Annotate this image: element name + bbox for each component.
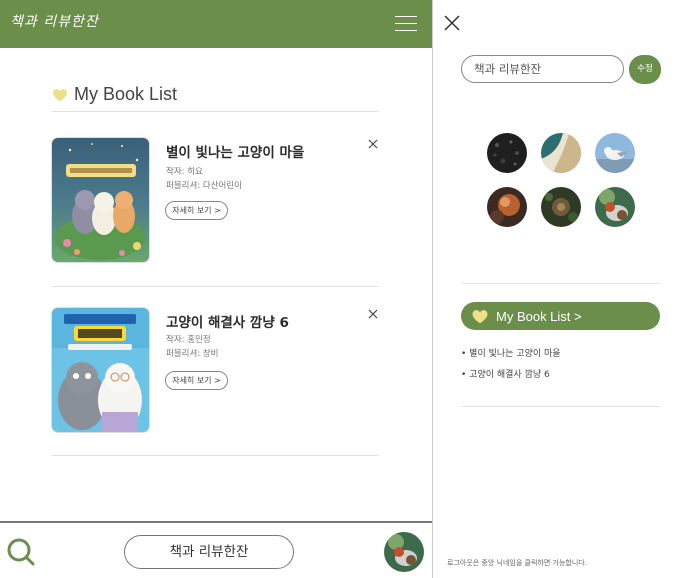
book-author: 작자: 홍민정: [166, 335, 211, 345]
book-publisher: 퍼블리셔: 창비: [166, 349, 219, 359]
detail-button[interactable]: 자세히 보기 >: [165, 201, 228, 220]
divider: [52, 286, 379, 287]
book-author: 작자: 히요: [166, 167, 203, 177]
nickname-input[interactable]: [461, 55, 624, 83]
book-item: 별이 빛나는 고양이 마을 작자: 히요 퍼블리셔: 다산어린이 자세히 보기 …: [52, 138, 379, 290]
heart-icon: [472, 309, 488, 323]
book-title[interactable]: 별이 빛나는 고양이 마을: [166, 141, 304, 161]
search-icon[interactable]: [6, 537, 36, 567]
hamburger-icon[interactable]: [395, 15, 417, 33]
book-publisher: 퍼블리셔: 다산어린이: [166, 181, 242, 191]
book-cover-image[interactable]: [52, 308, 149, 432]
list-item-label: 별이 빛나는 고양이 마을: [469, 349, 561, 359]
avatar-option[interactable]: [595, 187, 635, 227]
avatar-option[interactable]: [541, 187, 581, 227]
main-panel: 책과 리뷰한잔 My Book List 별이 빛나는 고양이 마을 작자: 히…: [0, 0, 432, 578]
nickname-button[interactable]: 책과 리뷰한잔: [124, 535, 294, 569]
top-bar: 책과 리뷰한잔: [0, 0, 432, 48]
avatar-grid: [487, 133, 637, 229]
divider: [52, 111, 379, 112]
side-menu: 수정: [432, 0, 687, 578]
my-book-list-button[interactable]: My Book List >: [461, 302, 660, 330]
list-item-label: 고양이 해결사 깜냥 6: [469, 370, 550, 380]
divider: [461, 406, 660, 407]
detail-button[interactable]: 자세히 보기 >: [165, 371, 228, 390]
avatar[interactable]: [384, 532, 424, 572]
edit-button[interactable]: 수정: [629, 55, 661, 84]
avatar-option[interactable]: [487, 187, 527, 227]
page-title: My Book List: [74, 84, 178, 104]
book-cover-image[interactable]: [52, 138, 149, 262]
book-list-header: My Book List: [52, 84, 177, 105]
heart-icon: [53, 88, 67, 101]
close-icon[interactable]: [368, 308, 378, 323]
close-icon[interactable]: [443, 14, 461, 32]
logout-hint: 로그아웃은 중앙 닉네임을 클릭하면 가능합니다.: [447, 559, 587, 567]
book-item: 고양이 해결사 깜냥 6 작자: 홍민정 퍼블리셔: 창비 자세히 보기 >: [52, 308, 379, 460]
avatar-option[interactable]: [541, 133, 581, 173]
my-book-list-label: My Book List >: [496, 308, 582, 324]
list-item[interactable]: • 고양이 해결사 깜냥 6: [461, 367, 550, 380]
app-logo[interactable]: 책과 리뷰한잔: [10, 11, 99, 31]
close-icon[interactable]: [368, 138, 378, 153]
avatar-option[interactable]: [487, 133, 527, 173]
list-item[interactable]: • 별이 빛나는 고양이 마을: [461, 346, 561, 359]
avatar-option[interactable]: [595, 133, 635, 173]
divider: [52, 455, 379, 456]
divider: [461, 283, 660, 284]
bottom-bar: 책과 리뷰한잔: [0, 521, 432, 578]
book-title[interactable]: 고양이 해결사 깜냥 6: [166, 311, 289, 331]
